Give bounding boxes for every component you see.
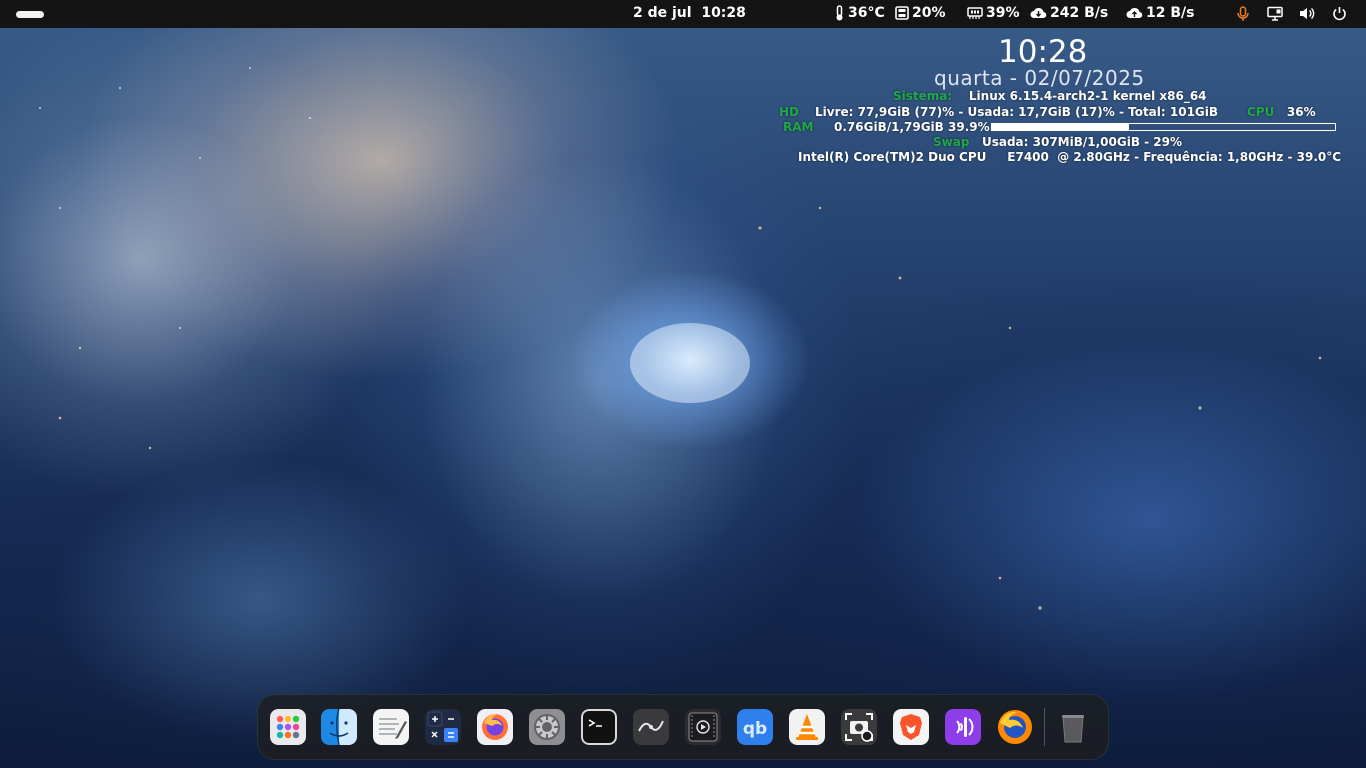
swap-value: Usada: 307MiB/1,00GiB - 29%	[981, 135, 1183, 149]
download-value: 242 B/s	[1050, 5, 1109, 21]
hd-label: HD	[779, 105, 800, 119]
memory-indicator[interactable]: 39%	[967, 5, 1020, 21]
top-clock[interactable]: 2 de jul 10:28	[633, 5, 746, 21]
upload-indicator[interactable]: 12 B/s	[1126, 5, 1194, 21]
cpu-model: Intel(R) Core(TM)2 Duo CPU E7400 @ 2.80G…	[798, 150, 1342, 164]
disk-indicator[interactable]: 20%	[895, 5, 946, 21]
memory-icon	[967, 7, 983, 19]
power-icon[interactable]	[1332, 6, 1347, 21]
temperature-value: 36°C	[848, 5, 885, 21]
conky-date: quarta - 02/07/2025	[934, 66, 1145, 90]
brave-icon[interactable]	[893, 709, 929, 745]
firefox-icon[interactable]	[477, 709, 513, 745]
cpu-label: CPU	[1247, 105, 1275, 119]
temperature-indicator[interactable]: 36°C	[834, 5, 885, 21]
svg-text:qb: qb	[743, 719, 767, 739]
conky-hd-row: HD	[779, 105, 799, 119]
swap-label: Swap	[933, 135, 970, 149]
settings-icon[interactable]	[529, 709, 565, 745]
activities-indicator[interactable]	[16, 11, 44, 18]
conky-swap-row: Swap Usada: 307MiB/1,00GiB - 29%	[933, 135, 1182, 149]
disk-icon	[895, 6, 909, 20]
finder-icon[interactable]	[321, 709, 357, 745]
dock-separator	[1044, 708, 1045, 746]
sistema-value: Linux 6.15.4-arch2-1 kernel x86_64	[968, 89, 1207, 103]
vlc-icon[interactable]	[789, 709, 825, 745]
firefox-nightly-icon[interactable]	[997, 709, 1033, 745]
ram-usage-bar-fill	[992, 124, 1129, 130]
upload-value: 12 B/s	[1146, 5, 1195, 21]
cpu-value: 36%	[1286, 105, 1316, 119]
sistema-label: Sistema:	[893, 89, 953, 103]
upload-cloud-icon	[1126, 7, 1143, 18]
video-player-icon[interactable]	[685, 709, 721, 745]
conky-sistema-row: Sistema: Linux 6.15.4-arch2-1 kernel x86…	[893, 89, 1207, 103]
disk-value: 20%	[912, 5, 946, 21]
volume-icon[interactable]	[1299, 6, 1317, 21]
inkscape-icon[interactable]	[633, 709, 669, 745]
app-grid-icon[interactable]	[270, 709, 306, 745]
microphone-icon[interactable]	[1236, 6, 1250, 22]
download-cloud-icon	[1030, 7, 1047, 18]
memory-value: 39%	[986, 5, 1020, 21]
ram-value: 0.76GiB/1,79GiB 39.9%	[834, 120, 990, 134]
trash-icon[interactable]	[1055, 709, 1091, 745]
conky-ram-row: RAM	[783, 120, 813, 134]
ram-usage-bar	[991, 123, 1336, 131]
hd-value: Livre: 77,9GiB (77)% - Usada: 17,7GiB (1…	[815, 105, 1219, 119]
top-time: 10:28	[701, 5, 746, 21]
screenshot-icon[interactable]	[841, 709, 877, 745]
ram-label: RAM	[783, 120, 814, 134]
top-date: 2 de jul	[633, 5, 692, 21]
screen-share-icon[interactable]	[1267, 6, 1284, 21]
text-editor-icon[interactable]	[373, 709, 409, 745]
qbittorrent-icon[interactable]: qb	[737, 709, 773, 745]
top-bar: 2 de jul 10:28 36°C 20% 39% 242 B/s 12 B…	[0, 0, 1366, 28]
thermometer-icon	[836, 5, 843, 21]
calculator-icon[interactable]	[425, 709, 461, 745]
download-indicator[interactable]: 242 B/s	[1030, 5, 1108, 21]
conky-time: 10:28	[998, 34, 1088, 70]
conky-cpu-row: CPU 36%	[1247, 105, 1316, 119]
terminal-icon[interactable]	[581, 709, 617, 745]
podcast-icon[interactable]	[945, 709, 981, 745]
